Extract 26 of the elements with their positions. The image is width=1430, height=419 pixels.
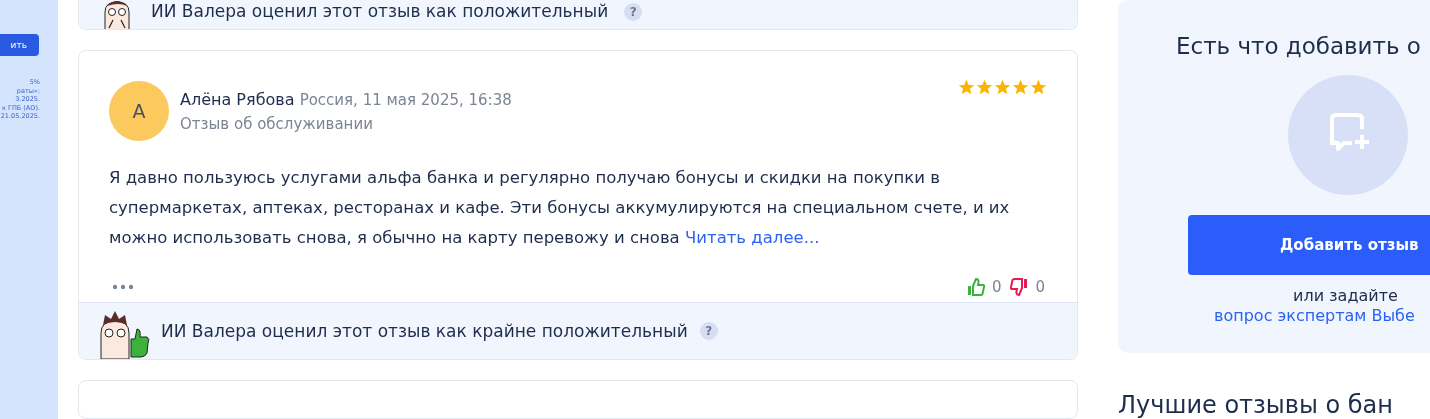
or-text: или задайте <box>1293 286 1399 305</box>
review-text: Я давно пользуюсь услугами альфа банка и регулярно получаю бонусы и скидки на покупки в супермаркетах, аптеках, ресторанах и кафе. Эти бонусы аккумулируются на специальном счете, и их можно использовать снова, я обычно на карту перевожу и снова Читать далее... <box>109 167 1011 250</box>
review-category: Отзыв об обслуживании <box>180 115 374 134</box>
dislike-count: 0 <box>1035 278 1045 297</box>
section-heading: Лучшие отзывы о бан <box>1118 391 1394 419</box>
help-button[interactable]: ? <box>699 321 718 340</box>
like-count: 0 <box>991 278 1002 297</box>
help-button[interactable]: ? <box>624 3 643 21</box>
review-meta: Россия, 11 мая 2025, 16:38 <box>299 91 512 110</box>
star-icon <box>1030 79 1047 97</box>
star-icon <box>1012 79 1029 97</box>
ask-experts-link[interactable]: вопрос экспертам Выбе <box>1214 306 1430 325</box>
author-name[interactable]: Алёна Рябова <box>180 90 295 110</box>
thumbs-up-icon[interactable] <box>965 277 986 298</box>
thumbs-down-icon[interactable] <box>1009 277 1030 298</box>
star-icon <box>958 79 975 97</box>
read-more-link[interactable]: Читать далее... <box>685 228 820 248</box>
star-icon <box>994 79 1011 97</box>
banner-button[interactable]: ить <box>0 34 39 56</box>
more-icon[interactable] <box>112 284 134 291</box>
star-icon <box>976 79 993 97</box>
add-review-button[interactable]: Добавить отзыв <box>1188 215 1430 275</box>
ai-verdict-text: ИИ Валера оценил этот отзыв как крайне положительный <box>161 320 688 341</box>
avatar: А <box>109 81 169 142</box>
panel-title: Есть что добавить о <box>1176 33 1422 59</box>
ai-verdict-text: ИИ Валера оценил этот отзыв как положительный <box>151 1 609 21</box>
